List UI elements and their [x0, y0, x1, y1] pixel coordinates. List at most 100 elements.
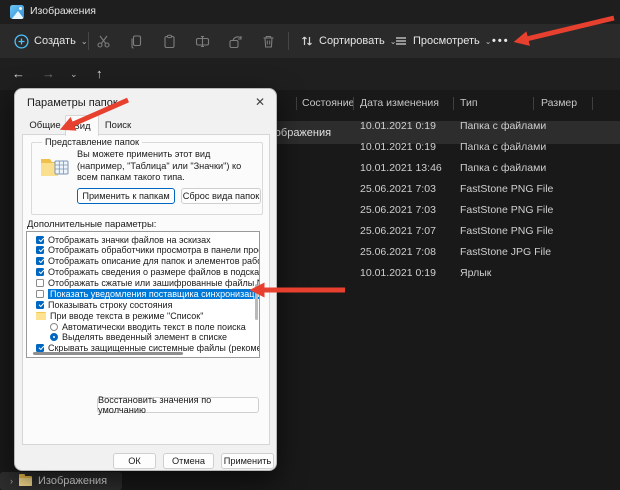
file-date: 10.01.2021 0:19 [360, 141, 436, 153]
back-icon[interactable]: ← [12, 66, 25, 81]
sort-button-label: Сортировать [319, 35, 385, 47]
file-size: 30 КБ [585, 225, 620, 237]
checkbox-icon[interactable] [36, 246, 44, 255]
app-pictures-icon [10, 5, 24, 19]
new-button[interactable]: Создать ⌄ [14, 31, 88, 51]
cut-button[interactable] [96, 34, 111, 49]
tab-general[interactable]: Общие [25, 117, 65, 134]
view-lines-icon [396, 37, 406, 45]
file-size: 9 КБ [585, 183, 620, 195]
forward-icon[interactable]: → [42, 66, 55, 81]
sidebar-item-pictures[interactable]: › Изображения [0, 472, 122, 490]
advanced-option-check[interactable]: Отображать сведения о размере файлов в п… [27, 267, 259, 278]
advanced-option-folder[interactable]: При вводе текста в режиме "Список" [27, 310, 259, 321]
advanced-option-label: Автоматически вводить текст в поле поиск… [62, 321, 246, 332]
advanced-option-check[interactable]: Отображать сжатые или зашифрованные файл… [27, 278, 259, 289]
folder-view-description: Вы можете применить этот вид (например, … [77, 149, 242, 183]
tab-view[interactable]: Вид [65, 115, 99, 136]
scissors-icon [97, 35, 110, 48]
rename-button[interactable] [195, 34, 210, 49]
view-button[interactable]: Просмотреть ⌄ [394, 31, 491, 51]
advanced-option-check[interactable]: Отображать значки файлов на эскизах [27, 234, 259, 245]
column-header-date[interactable]: Дата изменения [360, 97, 439, 109]
column-divider[interactable] [592, 97, 593, 110]
cancel-button[interactable]: Отмена [163, 453, 214, 469]
sort-button[interactable]: Сортировать ⌄ [300, 31, 396, 51]
file-row[interactable]: 25.06.2021 7:08 FastStone JPG File 32 КБ [360, 242, 620, 263]
file-row[interactable]: 10.01.2021 0:19 Папка с файлами [360, 116, 620, 137]
file-type: FastStone PNG File [460, 183, 554, 195]
recent-locations-icon[interactable]: ⌄ [70, 69, 78, 80]
file-type: Папка с файлами [460, 162, 547, 174]
advanced-settings-label: Дополнительные параметры: [27, 219, 157, 230]
vertical-scrollbar[interactable] [255, 284, 258, 320]
file-row[interactable]: 10.01.2021 13:46 Папка с файлами [360, 158, 620, 179]
advanced-option-check[interactable]: Отображать обработчики просмотра в панел… [27, 245, 259, 256]
tab-search[interactable]: Поиск [97, 117, 139, 134]
up-icon[interactable]: ↑ [96, 66, 103, 81]
advanced-option-label: Показывать строку состояния [48, 299, 173, 310]
file-row[interactable]: 10.01.2021 0:19 Папка с файлами [360, 137, 620, 158]
folder-icon[interactable] [36, 311, 46, 320]
dialog-title: Параметры папок [27, 97, 118, 109]
checkbox-icon[interactable] [36, 268, 44, 277]
rename-icon [195, 35, 210, 48]
file-size: 2 КБ [585, 267, 620, 279]
column-header-status[interactable]: Состояние [302, 97, 354, 109]
horizontal-scrollbar[interactable] [33, 352, 183, 355]
column-header-type[interactable]: Тип [460, 97, 478, 109]
checkbox-icon[interactable] [36, 279, 44, 288]
column-divider[interactable] [533, 97, 534, 110]
trash-icon [263, 35, 274, 48]
close-icon[interactable]: ✕ [255, 96, 265, 108]
folder-view-group: Представление папок Вы можете применить … [31, 137, 263, 215]
column-header-size[interactable]: Размер [541, 97, 577, 109]
view-button-label: Просмотреть [413, 35, 480, 47]
toolbar-divider [288, 32, 289, 50]
radio-icon[interactable] [50, 333, 58, 342]
share-button[interactable] [228, 34, 243, 49]
file-date: 25.06.2021 7:03 [360, 183, 436, 195]
reset-folders-button[interactable]: Сброс вида папок [181, 188, 261, 204]
advanced-option-check[interactable]: Отображать описание для папок и элементо… [27, 256, 259, 267]
file-size: 13 КБ [585, 204, 620, 216]
advanced-option-radio[interactable]: Автоматически вводить текст в поле поиск… [27, 321, 259, 332]
file-row[interactable]: 25.06.2021 7:07 FastStone PNG File 30 КБ [360, 221, 620, 242]
sidebar-item-label: Изображения [38, 475, 108, 487]
apply-to-folders-button[interactable]: Применить к папкам [77, 188, 175, 204]
column-divider[interactable] [453, 97, 454, 110]
checkbox-icon[interactable] [36, 257, 44, 266]
advanced-option-label: Отображать описание для папок и элементо… [48, 256, 260, 267]
file-date: 25.06.2021 7:08 [360, 246, 436, 258]
file-type: Ярлык [460, 267, 492, 279]
plus-circle-icon [14, 33, 29, 49]
ok-button[interactable]: ОК [113, 453, 156, 469]
advanced-settings-list: Отображать значки файлов на эскизах Отобр… [26, 231, 260, 358]
window-title: Изображения [30, 5, 96, 17]
checkbox-icon[interactable] [36, 235, 44, 244]
advanced-option-check[interactable]: Показывать строку состояния [27, 299, 259, 310]
advanced-option-radio[interactable]: Выделять введенный элемент в списке [27, 332, 259, 343]
restore-defaults-button[interactable]: Восстановить значения по умолчанию [97, 395, 259, 415]
toolbar-divider [88, 32, 89, 50]
file-row[interactable]: 25.06.2021 7:03 FastStone PNG File 9 КБ [360, 179, 620, 200]
advanced-option-label: При вводе текста в режиме "Список" [50, 310, 204, 321]
column-divider[interactable] [296, 97, 297, 110]
advanced-option-label: Отображать обработчики просмотра в панел… [48, 245, 260, 256]
file-row[interactable]: 25.06.2021 7:03 FastStone PNG File 13 КБ [360, 200, 620, 221]
checkbox-icon[interactable] [36, 300, 44, 309]
radio-icon[interactable] [50, 322, 58, 331]
checkbox-icon[interactable] [36, 289, 44, 298]
share-icon [229, 36, 242, 49]
file-type: Папка с файлами [460, 141, 547, 153]
file-row[interactable]: 10.01.2021 0:19 Ярлык 2 КБ [360, 263, 620, 284]
delete-button[interactable] [261, 34, 276, 49]
advanced-option-check[interactable]: Показать уведомления поставщика синхрони… [27, 288, 259, 300]
column-divider[interactable] [353, 97, 354, 110]
apply-button[interactable]: Применить [221, 453, 274, 469]
more-options-button[interactable]: ••• [492, 31, 510, 51]
advanced-option-label: Отображать сжатые или зашифрованные файл… [48, 278, 260, 289]
copy-button[interactable] [129, 34, 144, 49]
paste-button[interactable] [162, 34, 177, 49]
explorer-window: Изображения Создать ⌄ Сортировать ⌄ Прос… [0, 0, 620, 490]
